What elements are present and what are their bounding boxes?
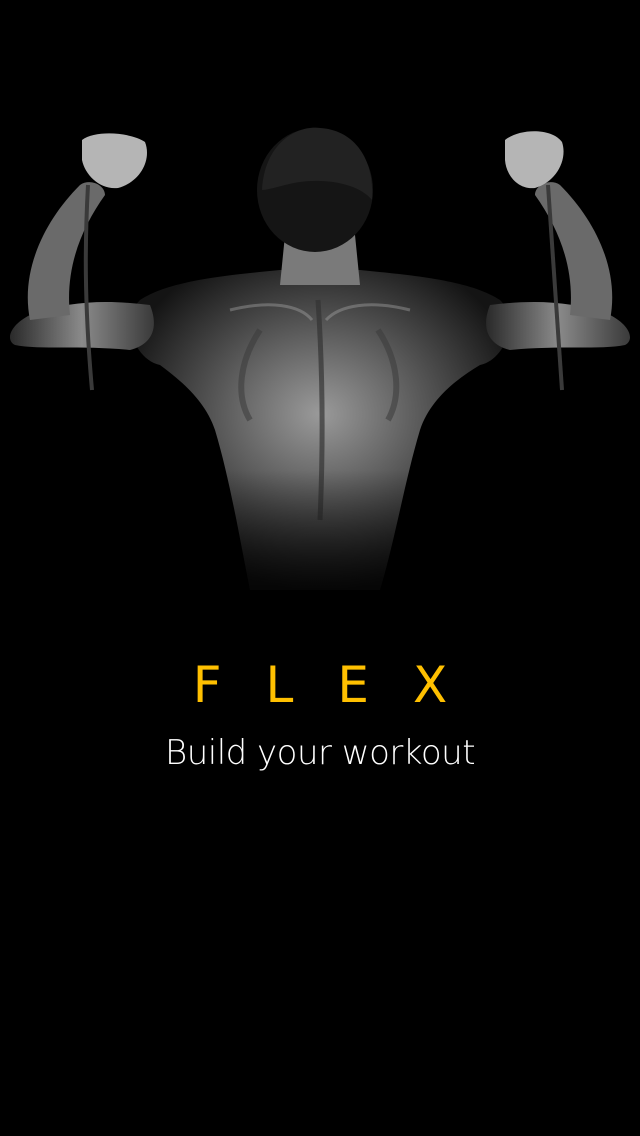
hero-photo xyxy=(0,0,640,640)
athlete-back-illustration xyxy=(0,127,640,640)
brand-header: FLEX xyxy=(0,655,640,715)
app-tagline: Build your workout xyxy=(164,733,476,773)
app-title: FLEX xyxy=(192,656,492,714)
